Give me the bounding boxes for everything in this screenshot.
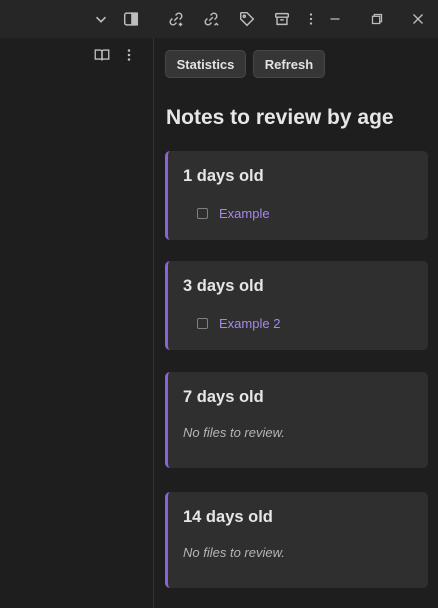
list-item: Example 2 xyxy=(197,316,280,331)
review-pane: Statistics Refresh Notes to review by ag… xyxy=(155,38,438,608)
group-title: 14 days old xyxy=(183,508,273,526)
more-vertical-icon[interactable] xyxy=(120,46,138,64)
age-group-card: 1 days old Example xyxy=(165,151,428,240)
page-title: Notes to review by age xyxy=(166,106,394,129)
review-checkbox[interactable] xyxy=(197,318,208,329)
title-bar xyxy=(0,0,438,38)
tag-icon[interactable] xyxy=(236,8,258,30)
group-title: 1 days old xyxy=(183,167,264,185)
archive-icon[interactable] xyxy=(271,8,293,30)
minimize-icon[interactable] xyxy=(324,8,346,30)
statistics-button[interactable]: Statistics xyxy=(165,50,246,78)
group-title: 7 days old xyxy=(183,388,264,406)
left-sidebar xyxy=(0,38,154,608)
book-icon[interactable] xyxy=(93,46,111,64)
age-group-card: 7 days old No files to review. xyxy=(165,372,428,468)
age-group-card: 14 days old No files to review. xyxy=(165,492,428,588)
chevron-down-icon[interactable] xyxy=(90,8,112,30)
link-add-icon[interactable] xyxy=(165,8,187,30)
group-title: 3 days old xyxy=(183,277,264,295)
close-icon[interactable] xyxy=(407,8,429,30)
sidebar-toggle-icon[interactable] xyxy=(120,8,142,30)
refresh-button[interactable]: Refresh xyxy=(253,50,325,78)
review-checkbox[interactable] xyxy=(197,208,208,219)
list-item: Example xyxy=(197,206,270,221)
age-group-card: 3 days old Example 2 xyxy=(165,261,428,350)
link-add-alt-icon[interactable] xyxy=(200,8,222,30)
restore-icon[interactable] xyxy=(366,8,388,30)
note-link[interactable]: Example xyxy=(219,206,270,221)
note-link[interactable]: Example 2 xyxy=(219,316,280,331)
more-vertical-icon[interactable] xyxy=(300,8,322,30)
empty-message: No files to review. xyxy=(183,425,285,440)
empty-message: No files to review. xyxy=(183,545,285,560)
